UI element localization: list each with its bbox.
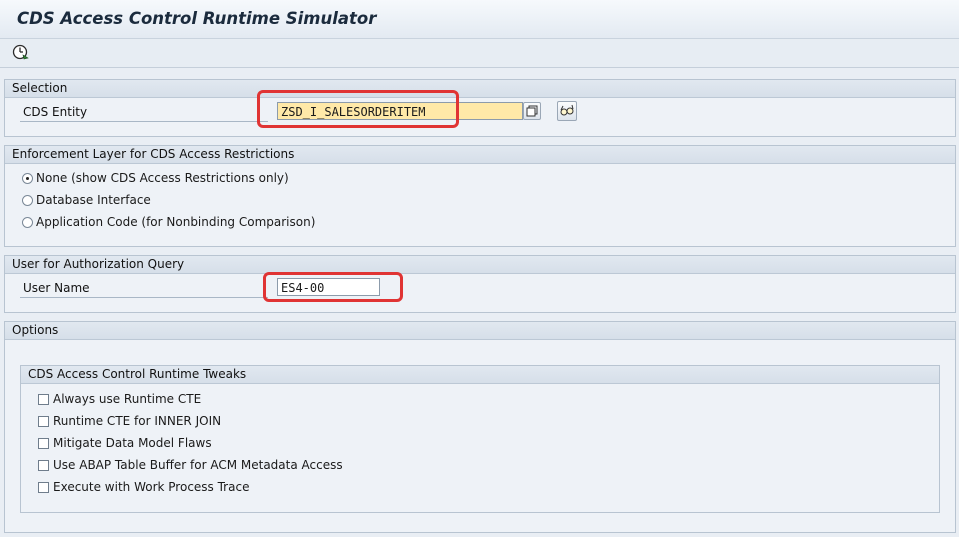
page-title: CDS Access Control Runtime Simulator — [17, 9, 377, 28]
checkbox[interactable] — [38, 481, 49, 493]
cds-entity-label-line — [20, 121, 268, 122]
user-name-label: User Name — [23, 281, 90, 295]
runtime-tweaks-header: CDS Access Control Runtime Tweaks — [21, 366, 939, 384]
execute-clock-icon[interactable] — [11, 43, 31, 63]
checkbox-label: Mitigate Data Model Flaws — [53, 436, 212, 450]
runtime-tweaks-group: CDS Access Control Runtime Tweaks Always… — [20, 365, 940, 513]
radio-button[interactable] — [22, 194, 33, 206]
checkbox-label: Execute with Work Process Trace — [53, 480, 250, 494]
options-group: Options CDS Access Control Runtime Tweak… — [4, 321, 956, 533]
checkbox[interactable] — [38, 393, 49, 405]
copy-icon — [526, 105, 538, 117]
title-bar: CDS Access Control Runtime Simulator — [0, 0, 959, 39]
checkbox-row-runtime-cte-inner-join[interactable]: Runtime CTE for INNER JOIN — [38, 413, 221, 429]
selection-group: Selection CDS Entity ZSD_I_SALESORDERITE… — [4, 79, 956, 137]
glasses-display-button[interactable] — [557, 101, 577, 121]
user-name-highlight — [263, 272, 403, 302]
checkbox-label: Use ABAP Table Buffer for ACM Metadata A… — [53, 458, 343, 472]
options-header: Options — [5, 322, 955, 340]
checkbox-row-always-runtime-cte[interactable]: Always use Runtime CTE — [38, 391, 201, 407]
enforcement-header: Enforcement Layer for CDS Access Restric… — [5, 146, 955, 164]
application-toolbar — [0, 39, 959, 68]
radio-option-none[interactable]: None (show CDS Access Restrictions only) — [22, 170, 289, 186]
radio-option-database-interface[interactable]: Database Interface — [22, 192, 151, 208]
selection-header: Selection — [5, 80, 955, 98]
radio-label: None (show CDS Access Restrictions only) — [36, 171, 289, 185]
radio-button[interactable] — [22, 216, 33, 228]
checkbox-row-abap-table-buffer[interactable]: Use ABAP Table Buffer for ACM Metadata A… — [38, 457, 343, 473]
glasses-icon — [560, 104, 574, 116]
checkbox[interactable] — [38, 415, 49, 427]
user-query-group: User for Authorization Query User Name E… — [4, 255, 956, 313]
checkbox[interactable] — [38, 437, 49, 449]
checkbox-label: Runtime CTE for INNER JOIN — [53, 414, 222, 428]
radio-option-application-code[interactable]: Application Code (for Nonbinding Compari… — [22, 214, 315, 230]
enforcement-group: Enforcement Layer for CDS Access Restric… — [4, 145, 956, 247]
radio-label: Application Code (for Nonbinding Compari… — [36, 215, 316, 229]
checkbox-label: Always use Runtime CTE — [53, 392, 202, 406]
checkbox[interactable] — [38, 459, 49, 471]
radio-label: Database Interface — [36, 193, 151, 207]
user-name-label-line — [20, 297, 268, 298]
radio-button[interactable] — [22, 172, 33, 184]
multiple-selection-button[interactable] — [523, 102, 541, 120]
cds-entity-label: CDS Entity — [23, 105, 88, 119]
cds-entity-highlight — [257, 90, 459, 128]
checkbox-row-work-process-trace[interactable]: Execute with Work Process Trace — [38, 479, 249, 495]
user-query-header: User for Authorization Query — [5, 256, 955, 274]
checkbox-row-mitigate-flaws[interactable]: Mitigate Data Model Flaws — [38, 435, 212, 451]
